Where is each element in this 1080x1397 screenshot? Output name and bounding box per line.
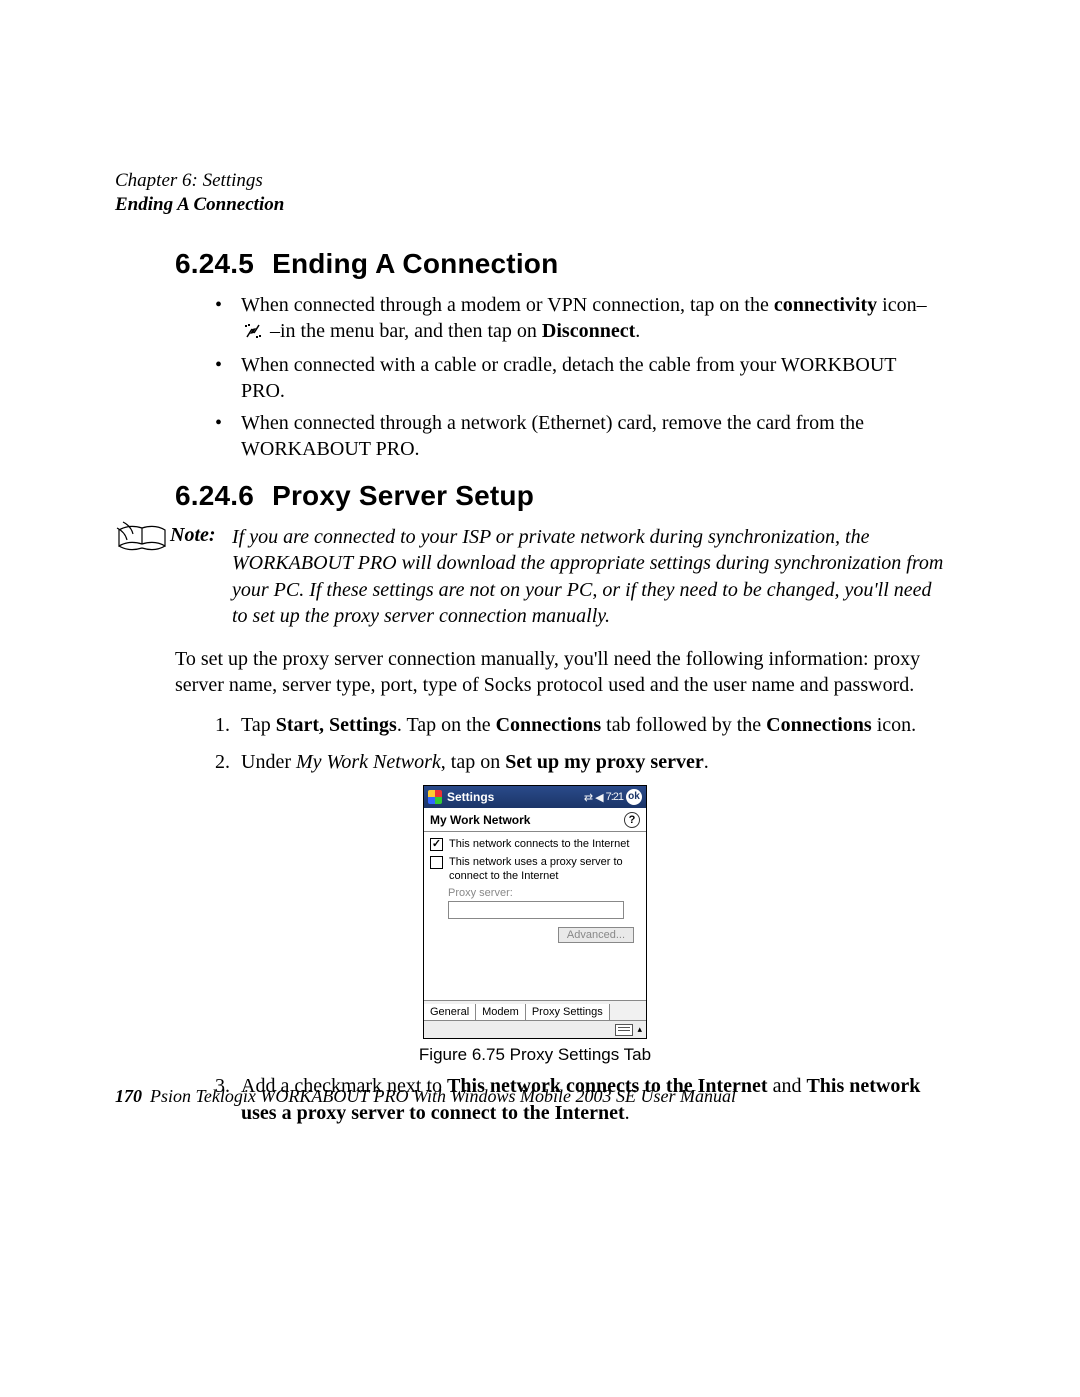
- note-block: Note: If you are connected to your ISP o…: [115, 524, 955, 630]
- start-flag-icon[interactable]: [428, 790, 442, 804]
- document-page: Chapter 6: Settings Ending A Connection …: [115, 170, 955, 1126]
- device-titlebar: Settings ⇄ ◀ 7:21 ok: [424, 786, 646, 808]
- ordered-steps: Tap Start, Settings. Tap on the Connecti…: [215, 712, 943, 775]
- bullet-list: When connected through a modem or VPN co…: [215, 292, 945, 462]
- page-footer: 170 Psion Teklogix WORKABOUT PRO With Win…: [115, 1086, 955, 1107]
- heading-number: 6.24.5: [175, 248, 254, 279]
- heading-text: Ending A Connection: [272, 248, 558, 279]
- screen-title: My Work Network: [430, 813, 530, 827]
- sip-bar: ▴: [424, 1020, 646, 1038]
- bullet-item: When connected with a cable or cradle, d…: [215, 352, 945, 404]
- note-label: Note:: [170, 524, 232, 547]
- tab-modem[interactable]: Modem: [476, 1004, 526, 1020]
- footer-text: Psion Teklogix WORKABOUT PRO With Window…: [150, 1086, 736, 1106]
- checkbox-connects-internet[interactable]: [430, 838, 443, 851]
- proxy-server-label: Proxy server:: [448, 887, 640, 899]
- heading-ending-connection: 6.24.5 Ending A Connection: [175, 248, 955, 280]
- connectivity-icon: [243, 320, 263, 346]
- proxy-server-input[interactable]: [448, 901, 624, 919]
- titlebar-text: Settings: [447, 790, 494, 804]
- heading-number: 6.24.6: [175, 480, 254, 511]
- bullet-item: When connected through a network (Ethern…: [215, 410, 945, 462]
- step-item: Under My Work Network, tap on Set up my …: [215, 749, 943, 775]
- note-text: If you are connected to your ISP or priv…: [232, 524, 955, 630]
- ok-button[interactable]: ok: [626, 789, 642, 805]
- sip-arrow-icon[interactable]: ▴: [637, 1024, 642, 1035]
- figure-caption: Figure 6.75 Proxy Settings Tab: [115, 1045, 955, 1065]
- checkbox-row: This network connects to the Internet: [430, 838, 640, 852]
- step-item: Tap Start, Settings. Tap on the Connecti…: [215, 712, 943, 738]
- heading-proxy-setup: 6.24.6 Proxy Server Setup: [175, 480, 955, 512]
- screen-header: My Work Network ?: [424, 808, 646, 832]
- bullet-item: When connected through a modem or VPN co…: [215, 292, 945, 346]
- tab-general[interactable]: General: [424, 1004, 476, 1020]
- chapter-line: Chapter 6: Settings: [115, 170, 955, 192]
- tab-proxy-settings[interactable]: Proxy Settings: [526, 1004, 610, 1020]
- help-icon[interactable]: ?: [624, 812, 640, 828]
- keyboard-icon[interactable]: [615, 1024, 633, 1036]
- checkbox-row: This network uses a proxy server to conn…: [430, 856, 640, 884]
- screen-body: This network connects to the Internet Th…: [424, 832, 646, 1000]
- checkbox-label: This network connects to the Internet: [449, 838, 629, 852]
- advanced-button[interactable]: Advanced...: [558, 927, 634, 943]
- page-number: 170: [115, 1086, 142, 1106]
- paragraph: To set up the proxy server connection ma…: [175, 646, 943, 699]
- screenshot-figure: Settings ⇄ ◀ 7:21 ok My Work Network ? T…: [115, 785, 955, 1039]
- section-subtitle: Ending A Connection: [115, 194, 955, 216]
- connectivity-status-icon[interactable]: ⇄: [584, 791, 592, 804]
- heading-text: Proxy Server Setup: [272, 480, 534, 511]
- book-icon: [115, 520, 170, 563]
- clock-text: 7:21: [606, 791, 623, 803]
- speaker-icon[interactable]: ◀: [595, 791, 602, 804]
- tab-bar: General Modem Proxy Settings: [424, 1000, 646, 1020]
- checkbox-label: This network uses a proxy server to conn…: [449, 856, 640, 884]
- checkbox-uses-proxy[interactable]: [430, 856, 443, 869]
- device-screen: Settings ⇄ ◀ 7:21 ok My Work Network ? T…: [423, 785, 647, 1039]
